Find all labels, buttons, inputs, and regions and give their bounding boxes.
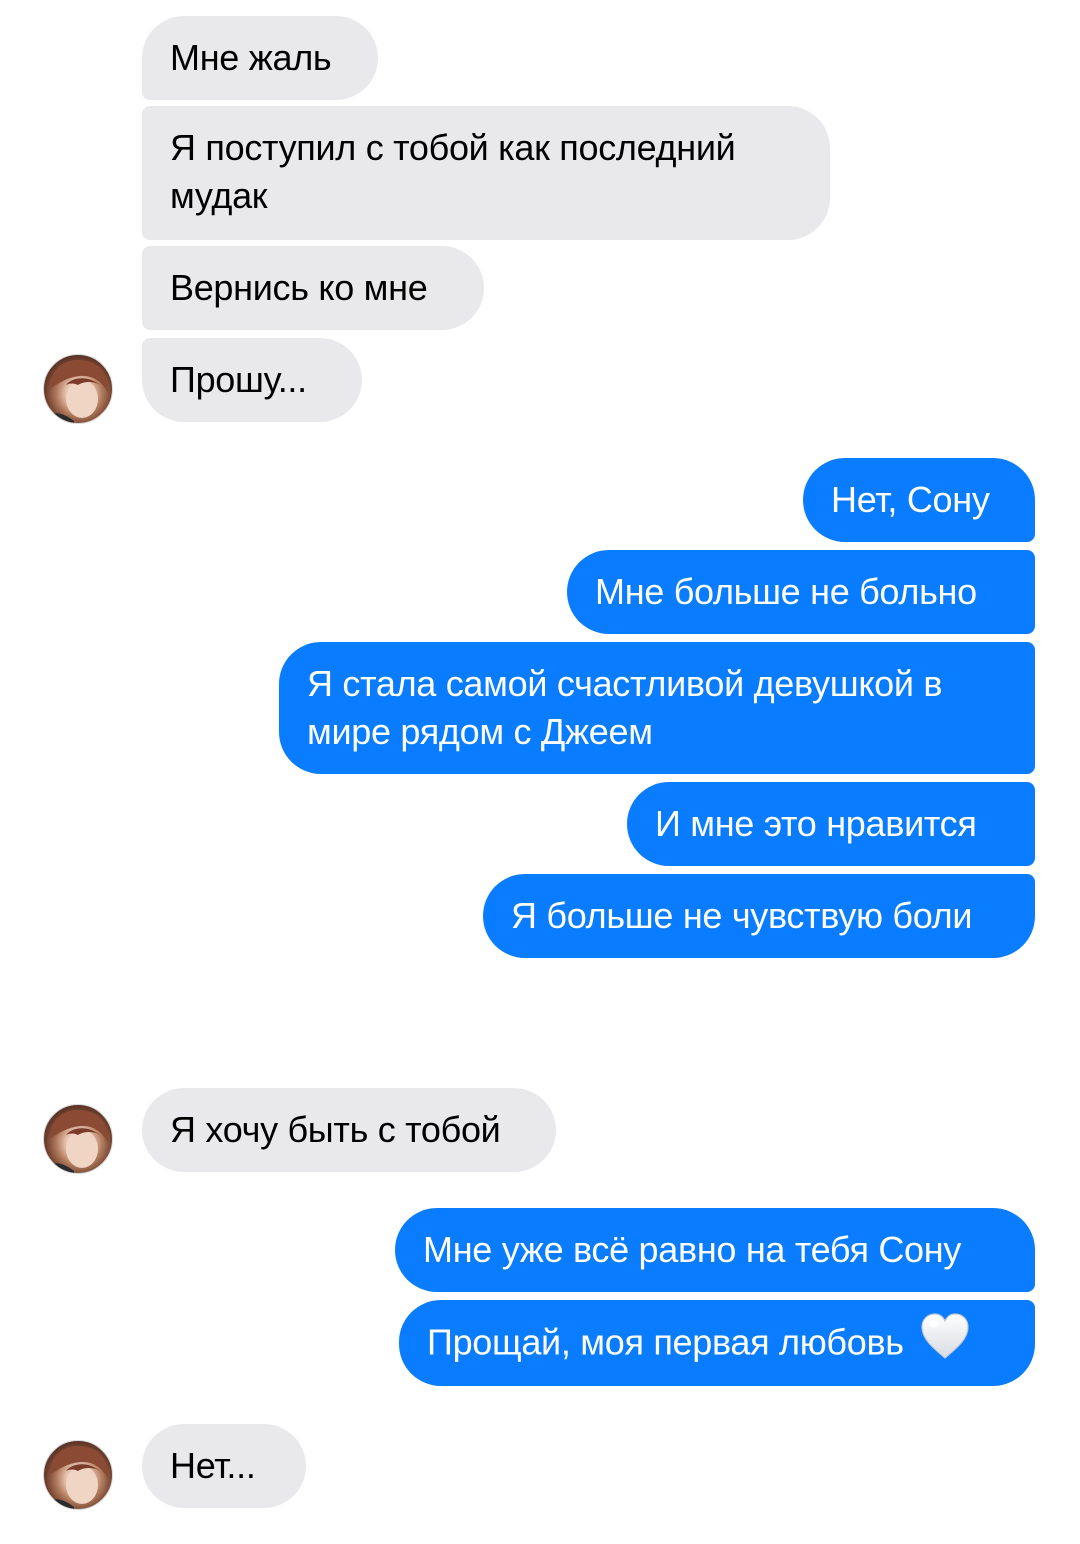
message-text: Мне жаль (170, 37, 332, 78)
incoming-message-bubble[interactable]: Вернись ко мне (142, 246, 484, 330)
incoming-message-bubble[interactable]: Прошу... (142, 338, 362, 422)
message-text: Мне уже всё равно на тебя Сону (423, 1229, 962, 1270)
contact-avatar[interactable] (43, 354, 113, 424)
contact-avatar[interactable] (43, 1440, 113, 1510)
white-heart-icon (919, 1312, 971, 1372)
message-text: Прошу... (170, 359, 307, 400)
message-text: Я поступил с тобой как последний мудак (170, 127, 736, 216)
message-text: Вернись ко мне (170, 267, 428, 308)
contact-avatar[interactable] (43, 1104, 113, 1174)
outgoing-message-bubble[interactable]: Я больше не чувствую боли (483, 874, 1035, 958)
incoming-message-bubble[interactable]: Я поступил с тобой как последний мудак (142, 106, 830, 240)
message-text: Нет, Сону (831, 479, 990, 520)
message-text: Я стала самой счастливой девушкой в мире… (307, 663, 943, 752)
outgoing-message-bubble[interactable]: Мне больше не больно (567, 550, 1035, 634)
incoming-message-bubble[interactable]: Я хочу быть с тобой (142, 1088, 556, 1172)
outgoing-message-bubble[interactable]: Мне уже всё равно на тебя Сону (395, 1208, 1035, 1292)
incoming-message-bubble[interactable]: Нет... (142, 1424, 306, 1508)
message-text: Мне больше не больно (595, 571, 977, 612)
message-text: Я больше не чувствую боли (511, 895, 973, 936)
outgoing-message-bubble[interactable]: Я стала самой счастливой девушкой в мире… (279, 642, 1035, 774)
outgoing-message-bubble[interactable]: И мне это нравится (627, 782, 1035, 866)
outgoing-message-bubble[interactable]: Прощай, моя первая любовь (399, 1300, 1035, 1386)
outgoing-message-bubble[interactable]: Нет, Сону (803, 458, 1035, 542)
message-text: И мне это нравится (655, 803, 977, 844)
incoming-message-bubble[interactable]: Мне жаль (142, 16, 378, 100)
message-text: Я хочу быть с тобой (170, 1109, 501, 1150)
message-text: Прощай, моя первая любовь (427, 1321, 904, 1363)
message-text: Нет... (170, 1445, 256, 1486)
